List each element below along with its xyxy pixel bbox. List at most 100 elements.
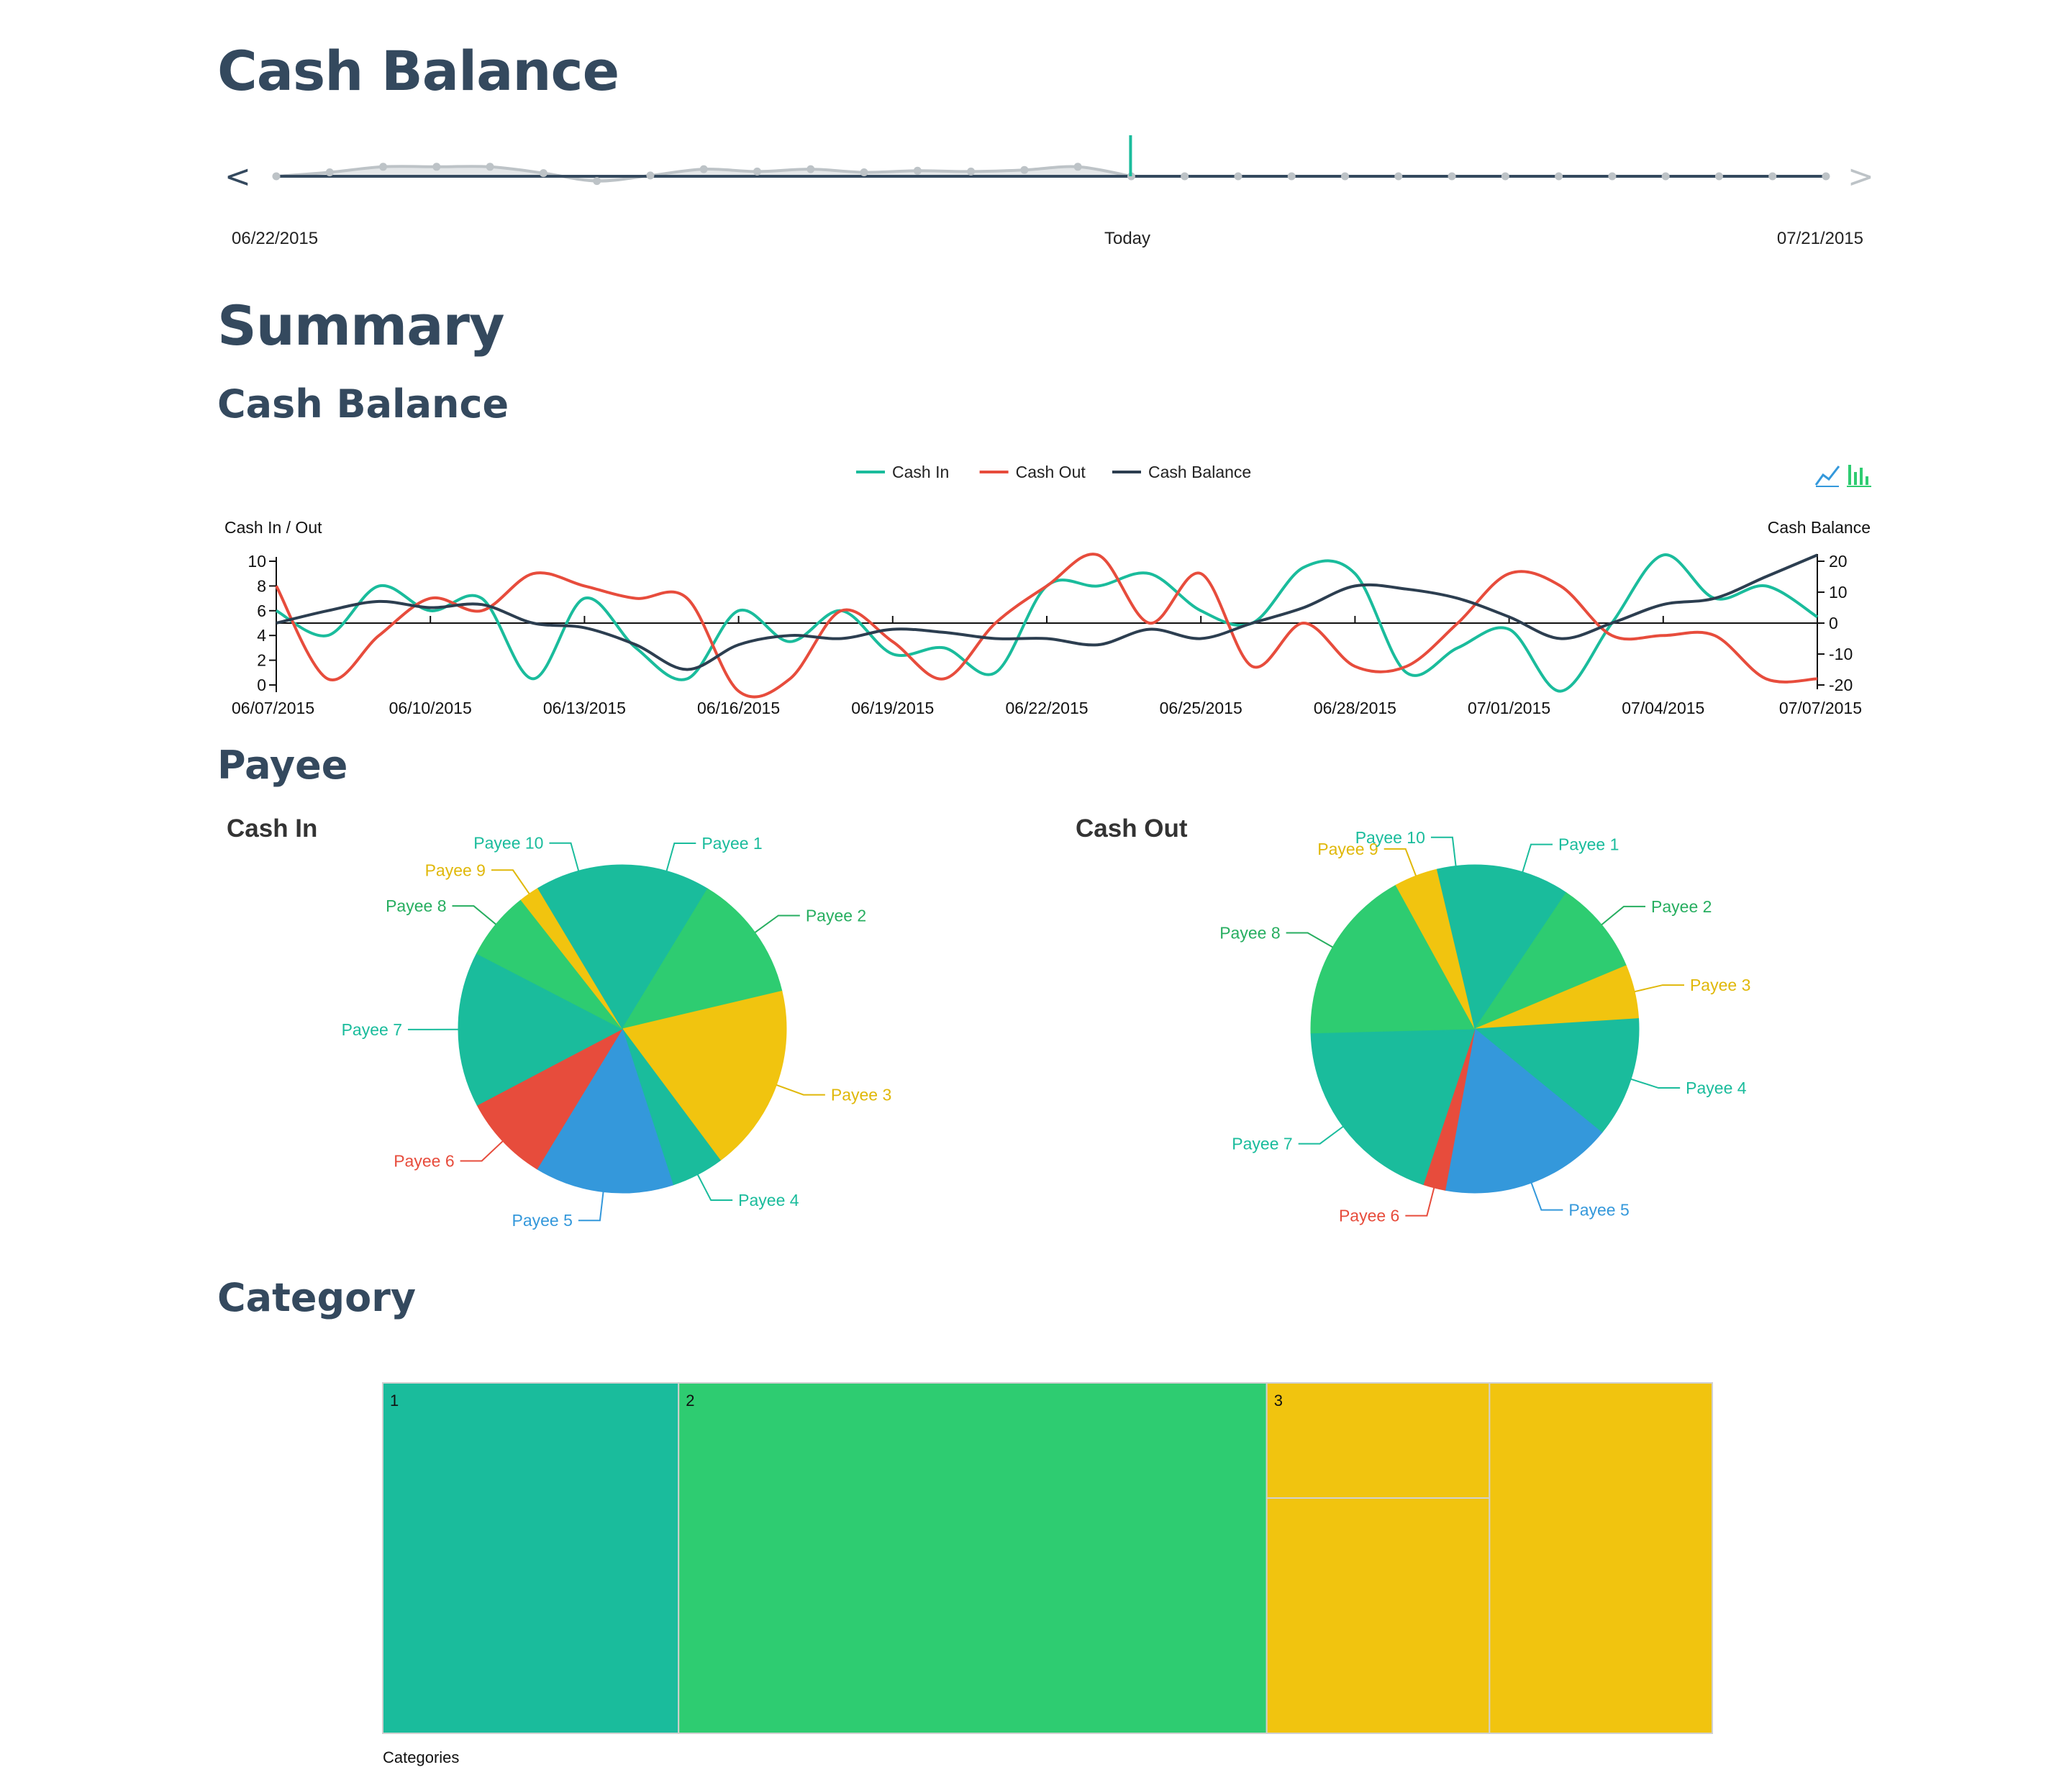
right-tick-label: 10 <box>1829 583 1848 602</box>
chart-legend: Cash In Cash Out Cash Balance <box>856 463 1251 481</box>
timeline-point[interactable] <box>432 163 440 171</box>
timeline-point[interactable] <box>1662 173 1670 181</box>
timeline-point[interactable] <box>967 168 975 176</box>
timeline-point[interactable] <box>273 173 281 181</box>
pie-leader-line <box>776 1085 825 1095</box>
timeline-point[interactable] <box>806 165 814 173</box>
pie-leader-line <box>698 1174 732 1200</box>
treemap-cell-label: 1 <box>390 1392 399 1410</box>
pie-label: Payee 7 <box>342 1020 402 1039</box>
legend-item[interactable]: Cash Out <box>980 463 1086 481</box>
timeline-point[interactable] <box>1501 173 1509 181</box>
pie-leader-line <box>1299 1127 1343 1144</box>
legend-label: Cash Out <box>1016 463 1086 481</box>
treemap-cell[interactable]: 2 <box>678 1383 1266 1733</box>
timeline-point[interactable] <box>1822 173 1830 181</box>
pie-label: Payee 5 <box>1568 1201 1629 1220</box>
chart-axes: 108642020100-10-2006/07/201506/10/201506… <box>232 552 1862 717</box>
legend-label: Cash Balance <box>1148 463 1251 481</box>
timeline-point[interactable] <box>486 163 494 171</box>
pie-leader-line <box>1631 1079 1680 1088</box>
timeline-point[interactable] <box>1181 173 1189 181</box>
right-tick-label: 0 <box>1829 614 1838 632</box>
x-tick-label: 06/19/2015 <box>851 699 934 717</box>
x-tick-label: 06/22/2015 <box>1005 699 1088 717</box>
timeline-point[interactable] <box>326 168 334 176</box>
pie-leader-line <box>1601 907 1645 925</box>
timeline-point[interactable] <box>1074 163 1082 171</box>
timeline-point[interactable] <box>1555 173 1563 181</box>
line-chart-icon[interactable] <box>1814 462 1840 488</box>
timeline-next-button[interactable]: > <box>1848 158 1874 195</box>
pie-label: Payee 6 <box>1339 1207 1399 1225</box>
cash-balance-line-chart: Cash InCash OutCash Balance Cash In / Ou… <box>216 453 1885 727</box>
timeline-point[interactable] <box>1234 173 1242 181</box>
chart-type-toolbar <box>1814 462 1872 488</box>
pie-leader-line <box>1286 932 1333 947</box>
pie-leader-line <box>453 906 496 924</box>
category-treemap: 123 Categories <box>381 1381 1719 1770</box>
timeline-prev-button[interactable]: < <box>224 158 251 195</box>
x-tick-label: 06/07/2015 <box>232 699 314 717</box>
timeline-point[interactable] <box>646 171 654 179</box>
pie-leader-line <box>755 915 799 932</box>
timeline-point[interactable] <box>379 163 387 171</box>
x-tick-label: 07/04/2015 <box>1622 699 1704 717</box>
legend-item[interactable]: Cash Balance <box>1112 463 1251 481</box>
timeline-point[interactable] <box>593 177 601 185</box>
pie-leader-line <box>1405 1188 1434 1216</box>
treemap-cell-label: 3 <box>1274 1392 1283 1410</box>
pie-label: Payee 6 <box>394 1151 454 1170</box>
timeline-point[interactable] <box>860 168 868 176</box>
pie-label: Payee 3 <box>831 1086 891 1104</box>
x-tick-label: 06/10/2015 <box>389 699 472 717</box>
pie-leader-line <box>1532 1183 1563 1210</box>
cash-in-pie-chart: Cash In Payee 1Payee 2Payee 3Payee 4Paye… <box>216 806 1079 1266</box>
treemap-rect <box>383 1383 678 1733</box>
left-tick-label: 10 <box>247 552 266 571</box>
pie-leader-line <box>460 1141 503 1161</box>
timeline-point[interactable] <box>914 167 922 175</box>
pie-label: Payee 5 <box>512 1211 573 1230</box>
right-tick-label: 20 <box>1829 552 1848 571</box>
timeline-point[interactable] <box>1394 173 1402 181</box>
timeline-start-label: 06/22/2015 <box>232 229 318 248</box>
timeline-point[interactable] <box>540 169 547 177</box>
summary-title: Summary <box>217 294 504 358</box>
legend-item[interactable]: Cash In <box>856 463 949 481</box>
legend-label: Cash In <box>892 463 949 481</box>
treemap-cell[interactable]: 3 <box>1267 1383 1712 1733</box>
timeline-plot <box>273 135 1830 185</box>
pie-label: Payee 7 <box>1232 1135 1292 1153</box>
timeline-point[interactable] <box>1288 173 1296 181</box>
category-section-title: Category <box>217 1275 416 1320</box>
pie-leader-line <box>549 843 578 871</box>
pie-leader-line <box>578 1192 604 1220</box>
timeline-scrubber[interactable]: < > 06/22/2015 Today 07/21/2015 <box>216 122 1885 259</box>
left-tick-label: 6 <box>257 602 266 620</box>
timeline-point[interactable] <box>1715 173 1723 181</box>
left-tick-label: 0 <box>257 676 266 694</box>
timeline-point[interactable] <box>1448 173 1456 181</box>
pie-title: Cash Out <box>1076 814 1188 843</box>
timeline-point[interactable] <box>753 168 761 176</box>
timeline-point[interactable] <box>1020 166 1028 174</box>
right-tick-label: -10 <box>1829 645 1853 663</box>
bar-chart-icon[interactable] <box>1846 462 1872 488</box>
timeline-point[interactable] <box>1768 173 1776 181</box>
treemap-cell[interactable]: 1 <box>383 1383 678 1733</box>
x-tick-label: 06/16/2015 <box>697 699 780 717</box>
pie-label: Payee 1 <box>1558 835 1619 854</box>
pie-label: Payee 3 <box>1690 976 1750 994</box>
pie-label: Payee 2 <box>806 906 866 925</box>
chart-series <box>276 554 1817 697</box>
treemap-rect <box>678 1383 1266 1733</box>
cash-out-pie-chart: Cash Out Payee 1Payee 2Payee 3Payee 4Pay… <box>1065 806 1928 1266</box>
pie-label: Payee 8 <box>1219 923 1280 942</box>
timeline-point[interactable] <box>1341 173 1349 181</box>
pie-title: Cash In <box>227 814 317 843</box>
timeline-point[interactable] <box>1608 173 1616 181</box>
x-tick-label: 06/25/2015 <box>1160 699 1242 717</box>
x-tick-label: 07/07/2015 <box>1779 699 1862 717</box>
timeline-point[interactable] <box>700 165 708 173</box>
